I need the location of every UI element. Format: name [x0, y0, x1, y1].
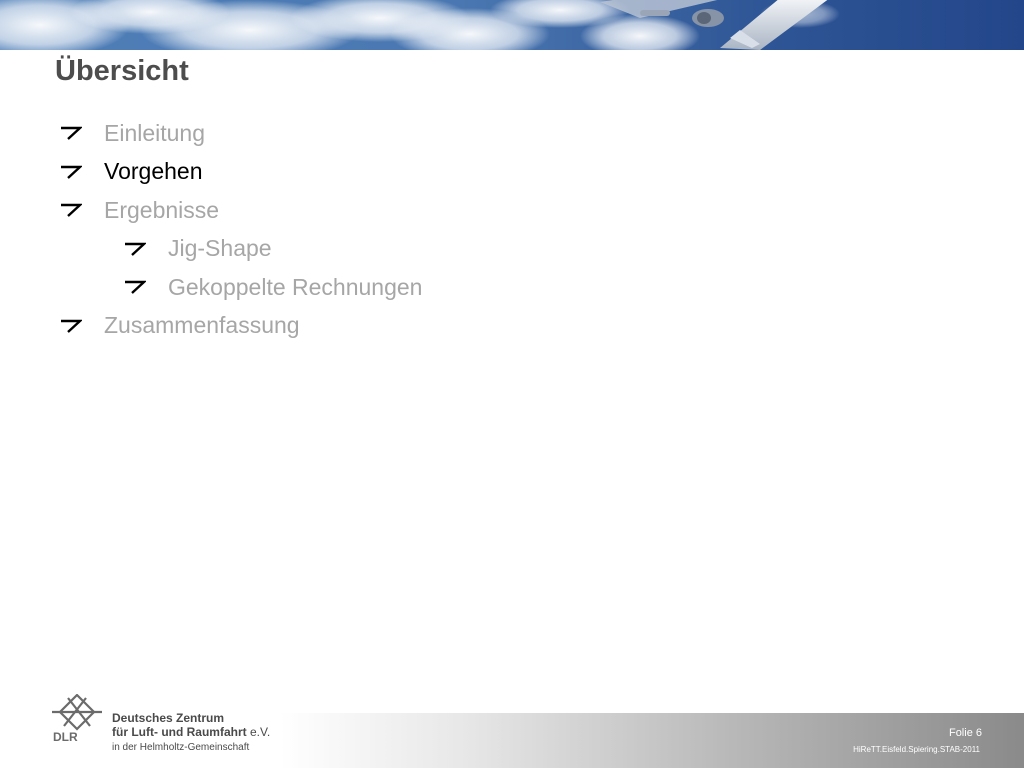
org-line-2: für Luft- und Raumfahrt e.V. — [112, 725, 270, 739]
agenda-item-vorgehen: Vorgehen — [60, 153, 422, 192]
organization-name: Deutsches Zentrum für Luft- und Raumfahr… — [112, 711, 270, 756]
org-line-2-text: für Luft- und Raumfahrt — [112, 725, 247, 739]
agenda-item-label: Einleitung — [104, 119, 206, 146]
footer-bar — [280, 713, 1024, 768]
org-subtitle: in der Helmholtz-Gemeinschaft — [112, 742, 250, 753]
agenda-item-label: Gekoppelte Rechnungen — [168, 273, 423, 300]
agenda-item-label: Zusammenfassung — [104, 312, 300, 339]
org-line-1: Deutsches Zentrum — [112, 711, 225, 725]
agenda-item-einleitung: Einleitung — [60, 114, 422, 153]
agenda-list: Einleitung Vorgehen Ergebnisse Jig-Shape… — [60, 114, 422, 345]
agenda-item-label: Vorgehen — [104, 158, 203, 185]
org-line-2-suffix: e.V. — [250, 725, 271, 739]
arrow-bullet-icon — [60, 319, 82, 333]
slide: Übersicht Einleitung Vorgehen Ergebnisse… — [0, 0, 1024, 768]
agenda-item-label: Jig-Shape — [168, 235, 272, 262]
agenda-item-jig-shape: Jig-Shape — [60, 230, 422, 269]
arrow-bullet-icon — [60, 203, 82, 218]
arrow-bullet-icon — [60, 165, 82, 179]
logo-text: DLR — [53, 730, 78, 744]
agenda-item-label: Ergebnisse — [104, 196, 220, 223]
arrow-bullet-icon — [124, 242, 146, 256]
agenda-item-ergebnisse: Ergebnisse — [60, 191, 422, 230]
agenda-item-gekoppelte-rechnungen: Gekoppelte Rechnungen — [60, 268, 422, 307]
arrow-bullet-icon — [124, 280, 146, 295]
slide-title: Übersicht — [55, 55, 189, 87]
document-reference: HiReTT.Eisfeld.Spiering.STAB-2011 — [853, 745, 980, 754]
agenda-item-zusammenfassung: Zusammenfassung — [60, 307, 422, 346]
header-banner — [0, 0, 1024, 50]
dlr-logo: DLR — [50, 693, 104, 744]
page-number: Folie 6 — [948, 727, 982, 739]
aircraft-sky-banner — [0, 0, 1024, 50]
arrow-bullet-icon — [60, 126, 82, 141]
dlr-logo-icon: DLR — [52, 693, 102, 744]
